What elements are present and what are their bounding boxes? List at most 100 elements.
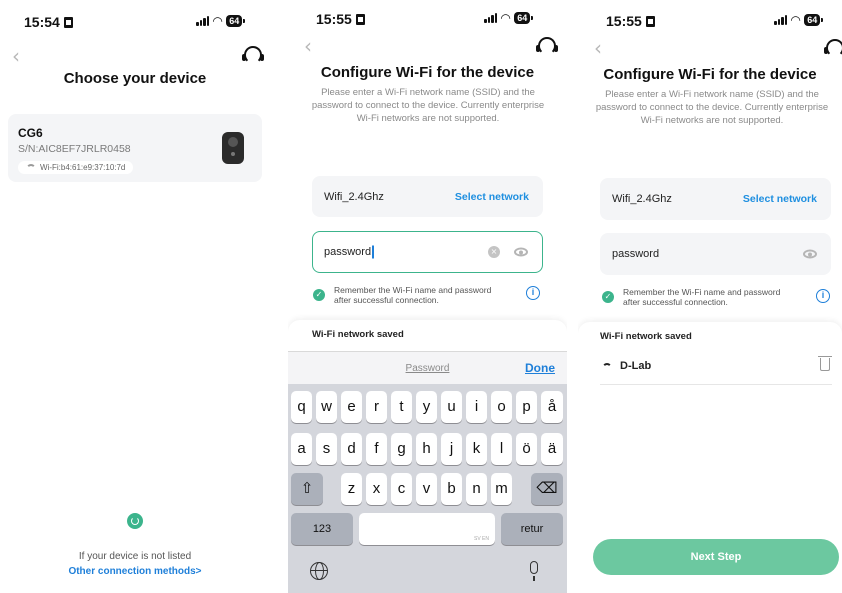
page-title: Configure Wi-Fi for the device (320, 64, 535, 81)
support-headset-icon[interactable] (536, 37, 558, 55)
key[interactable]: s (316, 433, 337, 465)
status-bar: 15:54 ◠ 64 (0, 14, 270, 34)
ssid-value: Wifi_2.4Ghz (324, 190, 384, 203)
key[interactable]: m (491, 473, 512, 505)
key[interactable]: e (341, 391, 362, 423)
password-field[interactable]: password × (312, 231, 543, 273)
back-button[interactable]: ‹ (304, 34, 312, 58)
key[interactable]: i (466, 391, 487, 423)
page-title: Choose your device (63, 70, 207, 87)
key[interactable]: x (366, 473, 387, 505)
signal-icon (774, 15, 787, 25)
space-key[interactable]: SV EN (359, 513, 495, 545)
battery-icon: 64 (226, 15, 246, 27)
clear-icon[interactable]: × (488, 246, 500, 258)
checkbox-checked-icon[interactable]: ✓ (313, 289, 325, 301)
support-headset-icon[interactable] (824, 39, 842, 57)
status-time: 15:54 (24, 14, 73, 30)
key[interactable]: j (441, 433, 462, 465)
ssid-value: Wifi_2.4Ghz (612, 193, 672, 205)
space-key-hint: SV EN (473, 536, 489, 542)
keyboard-toolbar: Password Done (288, 351, 567, 384)
screen-configure-wifi-keyboard: 15:55 ◠ 64 ‹ Configure Wi-Fi for the dev… (288, 0, 567, 593)
saved-networks-title: Wi-Fi network saved (600, 331, 692, 342)
key[interactable]: h (416, 433, 437, 465)
key[interactable]: p (516, 391, 537, 423)
keyboard-done-button[interactable]: Done (525, 361, 555, 375)
password-input[interactable]: password (612, 248, 659, 260)
status-time: 15:55 (606, 13, 655, 29)
microphone-icon[interactable] (530, 561, 538, 581)
screen-choose-device: 15:54 ◠ 64 ‹ Choose your device CG6 S/N:… (0, 0, 270, 593)
info-icon[interactable]: i (526, 286, 540, 300)
device-mac-badge: Wi-Fi:b4:61:e9:37:10:7d (18, 161, 134, 174)
keyboard-row-4: 123 SV EN retur (288, 513, 567, 545)
system-icons: ◠ 64 (196, 14, 246, 28)
keyboard: Password Done q w e r t y u i o p å a s … (288, 351, 567, 593)
key[interactable]: n (466, 473, 487, 505)
backspace-key-icon[interactable]: ⌫ (531, 473, 563, 505)
page-description: Please enter a Wi-Fi network name (SSID)… (595, 89, 829, 126)
remember-text: Remember the Wi-Fi name and password afte… (334, 285, 492, 305)
password-field[interactable]: password (600, 233, 831, 275)
info-icon[interactable]: i (816, 289, 830, 303)
key[interactable]: a (291, 433, 312, 465)
select-network-button[interactable]: Select network (455, 191, 529, 203)
trash-icon[interactable] (818, 356, 832, 371)
select-network-button[interactable]: Select network (743, 193, 817, 205)
back-button[interactable]: ‹ (12, 44, 20, 68)
key[interactable]: b (441, 473, 462, 505)
globe-icon[interactable] (310, 562, 328, 580)
sim-icon (63, 16, 73, 28)
key[interactable]: c (391, 473, 412, 505)
saved-network-name: D-Lab (620, 360, 652, 372)
key[interactable]: t (391, 391, 412, 423)
screen-configure-wifi-saved: 15:55 ◠ 64 ‹ Configure Wi-Fi for the dev… (578, 0, 842, 593)
saved-network-row[interactable]: D-Lab (600, 355, 832, 385)
next-step-button[interactable]: Next Step (593, 539, 839, 575)
key[interactable]: u (441, 391, 462, 423)
support-headset-icon[interactable] (242, 46, 264, 64)
key[interactable]: k (466, 433, 487, 465)
key[interactable]: o (491, 391, 512, 423)
wifi-status-icon: ◠ (791, 13, 801, 27)
text-caret (372, 245, 374, 259)
status-bar: 15:55 ◠ 64 (578, 13, 842, 33)
key[interactable]: ä (541, 433, 563, 465)
key[interactable]: f (366, 433, 387, 465)
checkbox-checked-icon[interactable]: ✓ (602, 291, 614, 303)
other-connection-methods-link[interactable]: Other connection methods> (0, 566, 270, 577)
page-title: Configure Wi-Fi for the device (603, 66, 817, 83)
saved-networks-title: Wi-Fi network saved (312, 329, 404, 340)
key[interactable]: z (341, 473, 362, 505)
key[interactable]: v (416, 473, 437, 505)
key[interactable]: å (541, 391, 563, 423)
key[interactable]: g (391, 433, 412, 465)
key[interactable]: l (491, 433, 512, 465)
ssid-field[interactable]: Wifi_2.4Ghz Select network (312, 176, 543, 217)
device-name: CG6 (18, 126, 43, 140)
key[interactable]: w (316, 391, 337, 423)
key[interactable]: r (366, 391, 387, 423)
sim-icon (355, 13, 365, 25)
return-key[interactable]: retur (501, 513, 563, 545)
wifi-icon (26, 164, 36, 171)
device-serial: S/N:AIC8EF7JRLR0458 (18, 143, 131, 155)
wifi-status-icon: ◠ (213, 14, 223, 28)
password-input[interactable]: password (324, 245, 374, 259)
signal-icon (484, 13, 497, 23)
shift-key-icon[interactable]: ⇧ (291, 473, 323, 505)
key[interactable]: ö (516, 433, 537, 465)
wifi-status-icon: ◠ (501, 11, 511, 25)
key[interactable]: q (291, 391, 312, 423)
back-button[interactable]: ‹ (594, 36, 602, 60)
device-mac: Wi-Fi:b4:61:e9:37:10:7d (40, 163, 126, 172)
ssid-field[interactable]: Wifi_2.4Ghz Select network (600, 178, 831, 220)
eye-icon[interactable] (803, 249, 817, 259)
device-card[interactable]: CG6 S/N:AIC8EF7JRLR0458 Wi-Fi:b4:61:e9:3… (8, 114, 262, 182)
eye-icon[interactable] (514, 247, 528, 257)
key[interactable]: y (416, 391, 437, 423)
remember-text: Remember the Wi-Fi name and password afte… (623, 287, 781, 307)
numbers-key[interactable]: 123 (291, 513, 353, 545)
key[interactable]: d (341, 433, 362, 465)
